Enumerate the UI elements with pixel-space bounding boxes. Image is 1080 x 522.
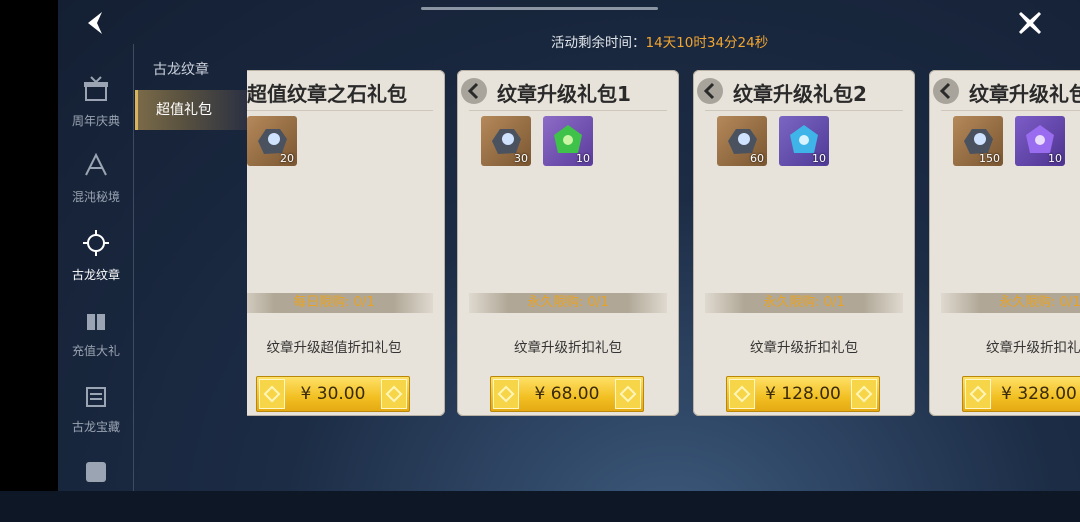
- sidebar-item-anniversary[interactable]: 周年庆典: [58, 64, 134, 140]
- pack-title: 纹章升级礼包2: [733, 82, 867, 106]
- item-quantity: 10: [1048, 152, 1062, 165]
- pack-card: 超值纹章之石礼包 20 每日限购: 0/1 纹章升级超值折扣礼包 ¥ 30.00: [247, 70, 445, 416]
- treasure-icon: [86, 387, 106, 407]
- sidebar-item-card[interactable]: [58, 446, 134, 522]
- item-quantity: 150: [979, 152, 1000, 165]
- buy-button[interactable]: ¥ 68.00: [490, 376, 644, 412]
- item-slot[interactable]: 10: [779, 116, 829, 166]
- title-divider: [941, 110, 1080, 111]
- pack-description: 纹章升级折扣礼包: [986, 340, 1080, 356]
- item-slot[interactable]: 30: [481, 116, 531, 166]
- title-divider: [469, 110, 667, 111]
- buy-button[interactable]: ¥ 328.00: [962, 376, 1080, 412]
- event-timer: 活动剩余时间：14天10时34分24秒: [551, 31, 768, 51]
- timer-label: 活动剩余时间：: [551, 35, 646, 51]
- prev-arrow-button[interactable]: [933, 78, 959, 104]
- prev-arrow-button[interactable]: [461, 78, 487, 104]
- pack-description: 纹章升级折扣礼包: [750, 340, 858, 356]
- gift-box-icon: [84, 76, 108, 101]
- price-label: ¥ 30.00: [300, 384, 366, 404]
- left-black-bar: [0, 0, 58, 491]
- pack-title: 纹章升级礼包3: [969, 82, 1080, 106]
- price-label: ¥ 128.00: [765, 384, 841, 404]
- sidebar-item-treasure[interactable]: 古龙宝藏: [58, 370, 134, 446]
- card-icon: [86, 462, 106, 482]
- chevron-left-icon: [703, 82, 715, 100]
- item-quantity: 20: [280, 152, 294, 165]
- title-divider: [705, 110, 903, 111]
- gift-icon: [87, 314, 105, 330]
- sidebar-item-recharge[interactable]: 充值大礼: [58, 294, 134, 370]
- purchase-limit: 永久限购: 0/1: [705, 293, 903, 313]
- emblem-icon: [83, 230, 109, 256]
- buy-button[interactable]: ¥ 30.00: [256, 376, 410, 412]
- pack-description: 纹章升级超值折扣礼包: [266, 340, 402, 356]
- item-slot[interactable]: 150: [953, 116, 1003, 166]
- pack-carousel[interactable]: 超值纹章之石礼包 20 每日限购: 0/1 纹章升级超值折扣礼包 ¥ 30.00…: [247, 68, 1080, 420]
- purchase-limit: 永久限购: 0/1: [469, 293, 667, 313]
- item-slot[interactable]: 60: [717, 116, 767, 166]
- close-icon[interactable]: [1013, 6, 1047, 40]
- chevron-left-icon: [939, 82, 951, 100]
- sidebar-item-label: 周年庆典: [71, 114, 120, 128]
- pack-description: 纹章升级折扣礼包: [514, 340, 622, 356]
- chaos-icon: [85, 152, 107, 176]
- pack-card: 纹章升级礼包1 30 10 永久限购: 0/1 纹章升级折扣礼包 ¥ 68.00: [457, 70, 679, 416]
- tab-emblem[interactable]: 古龙纹章: [135, 50, 247, 90]
- sidebar: 周年庆典 混沌秘境 古龙纹章 充值大礼 古龙宝藏: [58, 44, 134, 491]
- back-arrow-icon[interactable]: [80, 8, 114, 38]
- price-label: ¥ 68.00: [534, 384, 600, 404]
- item-quantity: 60: [750, 152, 764, 165]
- pack-title: 超值纹章之石礼包: [247, 82, 407, 106]
- sidebar-item-label: 古龙纹章: [71, 268, 120, 282]
- sidebar-item-label: 充值大礼: [71, 344, 120, 358]
- sidebar-divider: [133, 44, 134, 491]
- pack-title: 纹章升级礼包1: [497, 82, 631, 106]
- item-slot[interactable]: 10: [543, 116, 593, 166]
- pack-card: 纹章升级礼包3 150 10 永久限购: 0/1 纹章升级折扣礼包 ¥ 328.…: [929, 70, 1080, 416]
- price-label: ¥ 328.00: [1001, 384, 1077, 404]
- prev-arrow-button[interactable]: [697, 78, 723, 104]
- buy-button[interactable]: ¥ 128.00: [726, 376, 880, 412]
- sidebar-item-emblem[interactable]: 古龙纹章: [58, 218, 134, 294]
- item-slot[interactable]: 10: [1015, 116, 1065, 166]
- tab-value-packs[interactable]: 超值礼包: [135, 90, 247, 130]
- item-quantity: 10: [812, 152, 826, 165]
- sidebar-item-chaos[interactable]: 混沌秘境: [58, 140, 134, 216]
- item-quantity: 30: [514, 152, 528, 165]
- sidebar-item-label: 古龙宝藏: [71, 420, 120, 434]
- pack-card: 纹章升级礼包2 60 10 永久限购: 0/1 纹章升级折扣礼包 ¥ 128.0…: [693, 70, 915, 416]
- item-quantity: 10: [576, 152, 590, 165]
- sidebar-item-label: 混沌秘境: [71, 190, 120, 204]
- item-slot[interactable]: 20: [247, 116, 297, 166]
- timer-value: 14天10时34分24秒: [645, 35, 769, 51]
- top-drag-handle[interactable]: [421, 7, 658, 10]
- chevron-left-icon: [467, 82, 479, 100]
- purchase-limit: 每日限购: 0/1: [247, 293, 433, 313]
- purchase-limit: 永久限购: 0/1: [941, 293, 1080, 313]
- title-divider: [247, 110, 433, 111]
